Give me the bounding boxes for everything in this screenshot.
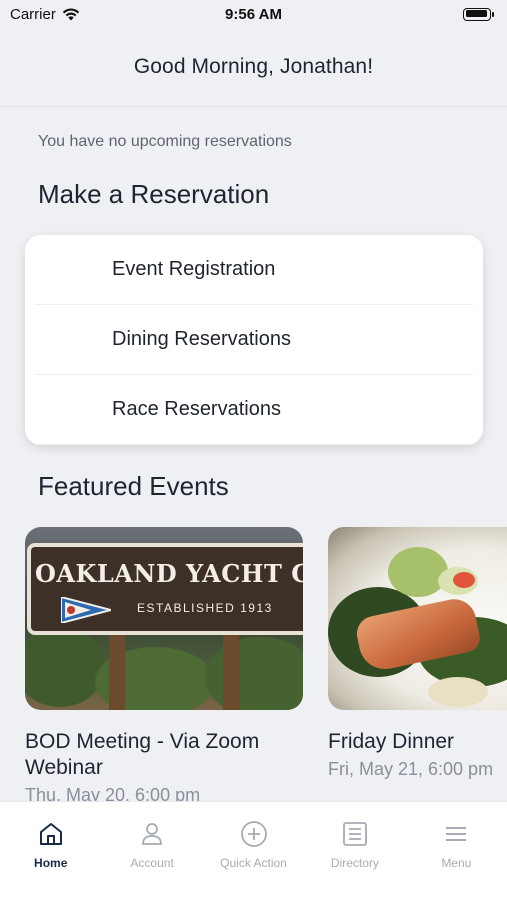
event-date: Fri, May 21, 6:00 pm: [328, 759, 494, 779]
tab-home[interactable]: Home: [0, 802, 101, 900]
tab-label: Directory: [330, 856, 379, 870]
tab-quick-action[interactable]: Quick Action: [203, 802, 304, 900]
yacht-club-sign: OAKLAND YACHT CLUB ESTABLISHED 1913: [27, 543, 303, 635]
carrier-label: Carrier: [10, 5, 56, 23]
person-icon: [142, 823, 163, 845]
tab-account[interactable]: Account: [101, 802, 202, 900]
sign-name: OAKLAND YACHT CLUB: [35, 559, 303, 588]
tab-directory[interactable]: Directory: [304, 802, 405, 900]
plus-circle-icon: [240, 821, 267, 847]
list-icon: [343, 822, 367, 846]
reservation-card: Event Registration Dining Reservations R…: [25, 235, 483, 445]
tab-label: Menu: [441, 856, 472, 870]
status-bar: Carrier 9:56 AM: [0, 0, 507, 28]
status-left: Carrier: [10, 6, 80, 23]
event-title: Friday Dinner: [328, 730, 455, 753]
salmon-dinner-image: [328, 527, 507, 710]
hamburger-icon: [446, 827, 467, 841]
no-reservations-message: You have no upcoming reservations: [38, 133, 292, 150]
featured-events-heading: Featured Events: [38, 471, 229, 501]
greeting-title: Good Morning, Jonathan!: [133, 55, 374, 78]
header: Good Morning, Jonathan!: [0, 28, 507, 107]
event-card-friday-dinner[interactable]: Friday Dinner Fri, May 21, 6:00 pm: [328, 527, 507, 780]
event-card-bod-meeting[interactable]: OAKLAND YACHT CLUB ESTABLISHED 1913 BOD …: [25, 527, 315, 806]
tab-bar: Home Account Quick Action Directory Menu: [0, 801, 507, 900]
tab-label: Account: [130, 856, 174, 870]
burgee-flag-icon: [61, 597, 111, 623]
race-reservations-item[interactable]: Race Reservations: [35, 375, 473, 445]
tab-menu[interactable]: Menu: [406, 802, 507, 900]
yacht-club-sign-image: OAKLAND YACHT CLUB ESTABLISHED 1913: [25, 527, 303, 710]
home-icon: [39, 823, 62, 845]
event-registration-item[interactable]: Event Registration: [35, 235, 473, 305]
event-title: BOD Meeting - Via Zoom Webinar: [25, 730, 260, 779]
tab-label: Home: [34, 856, 68, 870]
tab-label: Quick Action: [220, 856, 287, 870]
sign-established: ESTABLISHED 1913: [137, 601, 273, 615]
dining-reservations-item[interactable]: Dining Reservations: [35, 305, 473, 375]
make-reservation-heading: Make a Reservation: [38, 179, 270, 209]
wifi-icon: [62, 7, 80, 20]
battery-icon: [463, 7, 494, 21]
